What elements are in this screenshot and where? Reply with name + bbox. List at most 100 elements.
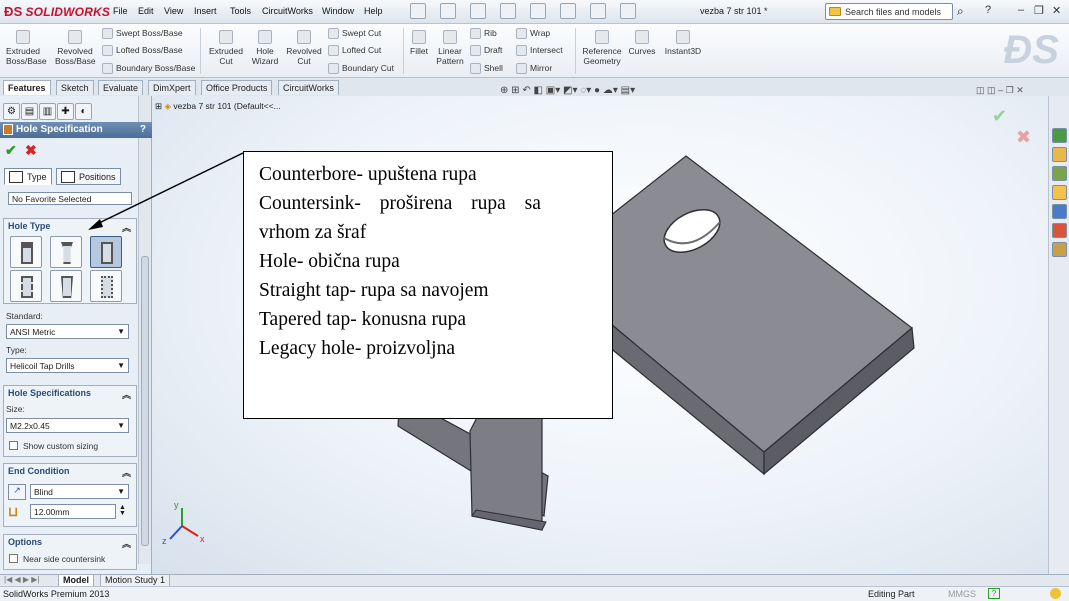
collapse-icon[interactable]: ︽ <box>122 388 131 401</box>
undo-icon[interactable] <box>530 3 546 19</box>
minimize-icon[interactable]: – <box>1018 4 1024 16</box>
menu-insert[interactable]: Insert <box>194 6 217 16</box>
home-icon[interactable] <box>1052 147 1067 162</box>
zoom-to-fit-icon[interactable]: ⊕ <box>500 85 508 96</box>
collapse-icon[interactable]: ︽ <box>122 466 131 479</box>
tapered-tap-button[interactable] <box>50 270 82 302</box>
revolved-cut-button[interactable]: Revolved Cut <box>284 30 324 66</box>
tab-type[interactable]: Type <box>4 168 52 185</box>
options-header[interactable]: Options ︽ <box>4 535 136 549</box>
solidworks-logo[interactable]: ƉS SOLIDWORKS <box>4 4 110 19</box>
show-custom-sizing-checkbox[interactable] <box>9 441 18 450</box>
hide-show-icon[interactable]: ◌▾ <box>580 85 591 96</box>
zoom-area-icon[interactable]: ⊞ <box>511 85 519 96</box>
depth-input[interactable]: 12.00mm <box>30 504 116 519</box>
viewport-minimize-icon[interactable]: – <box>998 85 1003 95</box>
viewport-restore-icon[interactable]: ❐ <box>1006 85 1014 95</box>
scene-icon[interactable]: ☁▾ <box>603 85 618 96</box>
help-icon[interactable]: ? <box>985 4 991 16</box>
units-select[interactable]: MMGS <box>948 589 976 599</box>
view-palette-icon[interactable] <box>1052 204 1067 219</box>
search-icon[interactable]: ⌕ <box>957 4 964 19</box>
straight-tap-button[interactable] <box>10 270 42 302</box>
configuration-manager-icon[interactable]: ▥ <box>39 103 56 120</box>
confirm-cancel-icon[interactable]: ✖ <box>1016 127 1031 148</box>
tab-sketch[interactable]: Sketch <box>56 80 94 95</box>
scrollbar-thumb[interactable] <box>141 256 149 546</box>
extruded-boss-button[interactable]: Extruded Boss/Base <box>6 30 47 66</box>
search-input[interactable]: Search files and models <box>825 3 953 20</box>
print-icon[interactable] <box>500 3 516 19</box>
section-view-icon[interactable]: ◧ <box>534 85 543 96</box>
new-document-icon[interactable] <box>410 3 426 19</box>
revolved-boss-button[interactable]: Revolved Boss/Base <box>55 30 96 66</box>
depth-spinner-icon[interactable]: ▲ ▼ <box>119 504 126 517</box>
linear-pattern-button[interactable]: Linear Pattern <box>433 30 467 66</box>
design-library-icon[interactable] <box>1052 166 1067 181</box>
property-manager-icon[interactable]: ▤ <box>21 103 38 120</box>
tab-office-products[interactable]: Office Products <box>201 80 273 95</box>
tab-scroll-arrows-icon[interactable]: |◀ ◀ ▶ ▶| <box>4 575 39 584</box>
collapse-icon[interactable]: ︽ <box>122 537 131 550</box>
select-icon[interactable] <box>560 3 576 19</box>
view-settings-icon[interactable]: ▤▾ <box>621 85 635 96</box>
legacy-hole-button[interactable] <box>90 270 122 302</box>
counterbore-button[interactable] <box>10 236 42 268</box>
hole-button[interactable] <box>90 236 122 268</box>
confirm-ok-icon[interactable]: ✔ <box>992 106 1007 127</box>
collapse-icon[interactable]: ︽ <box>122 221 131 234</box>
tab-features[interactable]: Features <box>3 80 51 95</box>
dimxpert-manager-icon[interactable]: ✚ <box>57 103 74 120</box>
shell-button[interactable]: Shell <box>470 63 503 75</box>
hole-type-header[interactable]: Hole Type ︽ <box>4 219 136 233</box>
display-style-icon[interactable]: ◩▾ <box>563 85 577 96</box>
instant3d-button[interactable]: Instant3D <box>663 30 703 56</box>
save-icon[interactable] <box>470 3 486 19</box>
feature-tree-root[interactable]: ⊞ ◈ vezba 7 str 101 (Default<<... <box>155 101 281 112</box>
property-manager-scrollbar[interactable] <box>138 96 151 564</box>
countersink-button[interactable] <box>50 236 82 268</box>
menu-tools[interactable]: Tools <box>230 6 251 16</box>
view-orientation-icon[interactable]: ▣▾ <box>546 85 560 96</box>
hole-wizard-button[interactable]: Hole Wizard <box>250 30 280 66</box>
solidworks-resources-icon[interactable] <box>1052 128 1067 143</box>
lofted-cut-button[interactable]: Lofted Cut <box>328 45 381 57</box>
type-select[interactable]: Helicoil Tap Drills ▼ <box>6 358 129 373</box>
fillet-button[interactable]: Fillet <box>407 30 431 56</box>
curves-button[interactable]: Curves <box>626 30 658 56</box>
draft-button[interactable]: Draft <box>470 45 502 57</box>
display-manager-icon[interactable]: ◐ <box>75 103 92 120</box>
swept-boss-button[interactable]: Swept Boss/Base <box>102 28 183 40</box>
restore-icon[interactable]: ❐ <box>1034 4 1044 17</box>
menu-view[interactable]: View <box>164 6 183 16</box>
close-icon[interactable]: ✕ <box>1052 4 1061 17</box>
wrap-button[interactable]: Wrap <box>516 28 550 40</box>
tab-evaluate[interactable]: Evaluate <box>98 80 144 95</box>
rebuild-icon[interactable] <box>590 3 606 19</box>
near-side-countersink-checkbox[interactable] <box>9 554 18 563</box>
lofted-boss-button[interactable]: Lofted Boss/Base <box>102 45 183 57</box>
open-document-icon[interactable] <box>440 3 456 19</box>
tab-circuitworks[interactable]: CircuitWorks <box>278 80 339 95</box>
file-explorer-icon[interactable] <box>1052 185 1067 200</box>
viewport-close-icon[interactable]: ✕ <box>1016 85 1024 95</box>
end-condition-select[interactable]: Blind ▼ <box>30 484 129 499</box>
tab-positions[interactable]: Positions <box>56 168 121 185</box>
menu-help[interactable]: Help <box>364 6 383 16</box>
intersect-button[interactable]: Intersect <box>516 45 563 57</box>
quick-tips-icon[interactable]: ? <box>988 588 1000 599</box>
custom-properties-icon[interactable] <box>1052 242 1067 257</box>
reference-geometry-button[interactable]: Reference Geometry <box>580 30 624 66</box>
end-condition-header[interactable]: End Condition ︽ <box>4 464 136 478</box>
rib-button[interactable]: Rib <box>470 28 497 40</box>
hole-specifications-header[interactable]: Hole Specifications ︽ <box>4 386 136 400</box>
favorite-select[interactable]: No Favorite Selected <box>8 192 132 205</box>
options-icon[interactable] <box>620 3 636 19</box>
rebuild-status-icon[interactable] <box>1050 588 1061 599</box>
reverse-direction-icon[interactable]: ↗ <box>8 484 26 500</box>
viewport-split-icon[interactable]: ◫ <box>976 85 985 95</box>
previous-view-icon[interactable]: ↶ <box>522 85 530 96</box>
boundary-cut-button[interactable]: Boundary Cut <box>328 63 394 75</box>
size-select[interactable]: M2.2x0.45 ▼ <box>6 418 129 433</box>
ok-button[interactable]: ✔ <box>5 142 17 159</box>
